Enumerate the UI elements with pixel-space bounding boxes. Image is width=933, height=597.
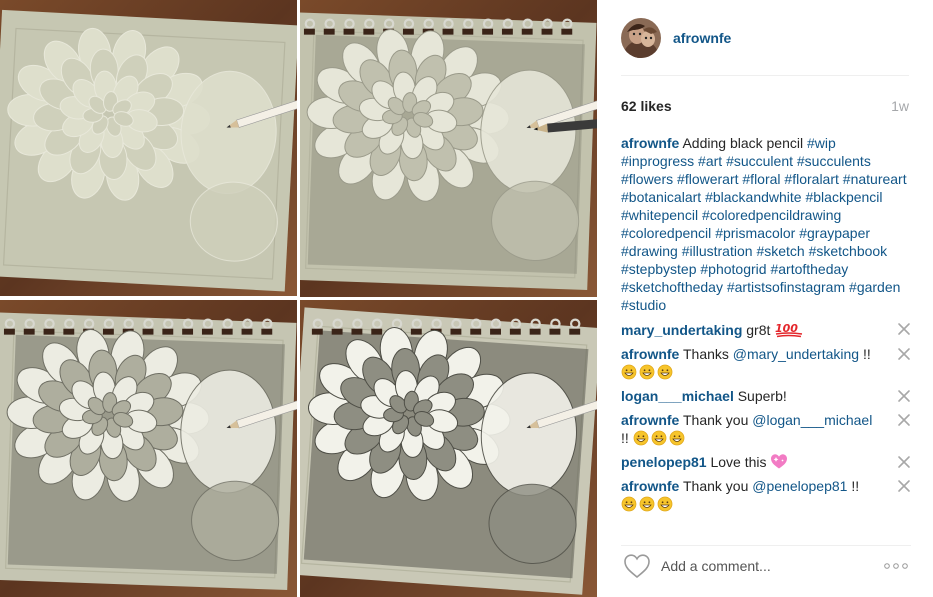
hashtag-link[interactable]: #flowerart xyxy=(677,171,738,187)
comment-text-suffix: !! xyxy=(859,346,871,362)
delete-comment-button[interactable] xyxy=(897,455,911,469)
comment-text: Superb! xyxy=(737,388,787,404)
hashtag-link[interactable]: #whitepencil xyxy=(621,207,698,223)
post-timestamp[interactable]: 1w xyxy=(891,98,909,114)
hashtag-link[interactable]: #floralart xyxy=(784,171,838,187)
hashtag-link[interactable]: #inprogress xyxy=(621,153,694,169)
comment-username[interactable]: penelopep81 xyxy=(621,454,707,470)
hashtag-link[interactable]: #succulent xyxy=(726,153,793,169)
comment-list: afrownfe Adding black pencil #wip #inpro… xyxy=(621,134,911,519)
comment-text-suffix: !! xyxy=(847,478,860,494)
post-photo-grid[interactable] xyxy=(0,0,600,597)
post-stats: 62 likes 1w xyxy=(621,96,909,116)
comment-username[interactable]: afrownfe xyxy=(621,346,679,362)
drawing-photo xyxy=(300,300,597,597)
post-header: afrownfe xyxy=(621,18,909,76)
post-author-username[interactable]: afrownfe xyxy=(673,30,731,46)
comment-username[interactable]: afrownfe xyxy=(621,478,679,494)
comment-item: penelopep81 Love this xyxy=(621,453,911,471)
caption-username[interactable]: afrownfe xyxy=(621,135,679,151)
caption-text: Adding black pencil xyxy=(682,135,807,151)
hashtag-link[interactable]: #artoftheday xyxy=(770,261,848,277)
hashtag-link[interactable]: #wip xyxy=(807,135,836,151)
close-icon xyxy=(898,456,910,468)
photo-step-4 xyxy=(300,300,597,597)
hashtag-link[interactable]: #coloredpencildrawing xyxy=(702,207,841,223)
comment-mention[interactable]: @logan___michael xyxy=(752,412,872,428)
drawing-photo xyxy=(0,0,297,296)
sparkling-heart-icon xyxy=(771,454,788,469)
hashtag-link[interactable]: #sketchoftheday xyxy=(621,279,723,295)
like-button[interactable] xyxy=(623,553,651,579)
hashtag-link[interactable]: #drawing xyxy=(621,243,678,259)
add-comment-input[interactable] xyxy=(661,557,883,574)
hashtag-link[interactable]: #illustration xyxy=(682,243,753,259)
close-icon xyxy=(898,414,910,426)
ellipsis-icon xyxy=(884,562,908,569)
drawing-photo xyxy=(300,0,597,297)
caption-hashtags: #wip #inprogress #art #succulent #succul… xyxy=(621,135,907,313)
avatar[interactable] xyxy=(621,18,661,58)
hashtag-link[interactable]: #botanicalart xyxy=(621,189,701,205)
delete-comment-button[interactable] xyxy=(897,322,911,336)
grinning-faces-icon xyxy=(633,430,685,446)
like-count[interactable]: 62 likes xyxy=(621,98,672,114)
hashtag-link[interactable]: #prismacolor xyxy=(715,225,795,241)
photo-step-1 xyxy=(0,0,297,296)
hashtag-link[interactable]: #succulents xyxy=(797,153,871,169)
hashtag-link[interactable]: #sketchbook xyxy=(809,243,888,259)
close-icon xyxy=(898,348,910,360)
hashtag-link[interactable]: #graypaper xyxy=(799,225,870,241)
hashtag-link[interactable]: #photogrid xyxy=(700,261,766,277)
delete-comment-button[interactable] xyxy=(897,413,911,427)
grinning-faces-icon xyxy=(621,496,673,512)
grinning-faces-icon xyxy=(621,364,673,380)
hashtag-link[interactable]: #artistsofinstagram xyxy=(727,279,845,295)
hashtag-link[interactable]: #sketch xyxy=(756,243,804,259)
post-side-panel: afrownfe 62 likes 1w afrownfe Adding bla… xyxy=(600,0,933,597)
drawing-photo xyxy=(0,300,297,597)
close-icon xyxy=(898,323,910,335)
delete-comment-button[interactable] xyxy=(897,479,911,493)
heart-icon xyxy=(624,553,650,578)
comment-item: afrownfe Thanks @mary_undertaking !! xyxy=(621,345,911,381)
hashtag-link[interactable]: #flowers xyxy=(621,171,673,187)
comment-text: gr8t xyxy=(746,322,771,338)
more-options-button[interactable] xyxy=(883,561,909,571)
comment-item: afrownfe Thank you @penelopep81 !! xyxy=(621,477,911,513)
post-caption: afrownfe Adding black pencil #wip #inpro… xyxy=(621,134,911,314)
hashtag-link[interactable]: #floral xyxy=(742,171,780,187)
hashtag-link[interactable]: #garden xyxy=(849,279,900,295)
hashtag-link[interactable]: #stepbystep xyxy=(621,261,697,277)
comment-text: Thank you xyxy=(682,478,753,494)
hundred-points-icon: 100 xyxy=(775,322,803,338)
comment-item: afrownfe Thank you @logan___michael !! xyxy=(621,411,911,447)
hashtag-link[interactable]: #coloredpencil xyxy=(621,225,711,241)
delete-comment-button[interactable] xyxy=(897,389,911,403)
photo-step-2 xyxy=(300,0,597,297)
post-footer xyxy=(621,545,911,585)
comment-item: mary_undertaking gr8t 100 xyxy=(621,320,911,339)
comment-item: logan___michael Superb! xyxy=(621,387,911,405)
hashtag-link[interactable]: #natureart xyxy=(843,171,907,187)
hashtag-link[interactable]: #blackandwhite xyxy=(705,189,802,205)
hashtag-link[interactable]: #art xyxy=(698,153,722,169)
comment-text: Thanks xyxy=(682,346,733,362)
comment-mention[interactable]: @penelopep81 xyxy=(752,478,847,494)
comment-username[interactable]: logan___michael xyxy=(621,388,734,404)
delete-comment-button[interactable] xyxy=(897,347,911,361)
close-icon xyxy=(898,390,910,402)
comment-text: Love this xyxy=(710,454,767,470)
comment-text-suffix: !! xyxy=(621,430,629,446)
hashtag-link[interactable]: #studio xyxy=(621,297,666,313)
comment-username[interactable]: mary_undertaking xyxy=(621,322,742,338)
photo-step-3 xyxy=(0,300,297,597)
comment-text: Thank you xyxy=(682,412,753,428)
comment-rows: mary_undertaking gr8t 100 afrownfe Thanks… xyxy=(621,320,911,513)
hashtag-link[interactable]: #blackpencil xyxy=(805,189,882,205)
comment-username[interactable]: afrownfe xyxy=(621,412,679,428)
close-icon xyxy=(898,480,910,492)
comment-mention[interactable]: @mary_undertaking xyxy=(733,346,859,362)
